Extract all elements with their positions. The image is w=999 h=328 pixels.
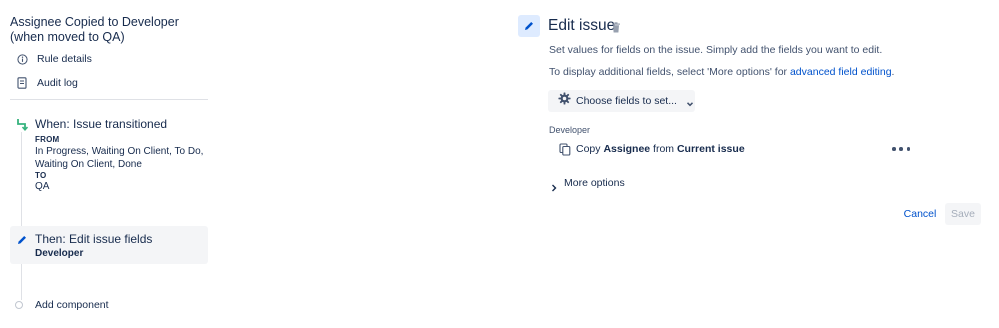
nav-audit-log-label: Audit log: [37, 77, 78, 89]
choose-fields-button[interactable]: Choose fields to set...: [548, 90, 695, 112]
editor-hint-suffix: .: [891, 66, 895, 78]
trash-icon[interactable]: [611, 20, 623, 33]
pencil-icon: [16, 233, 28, 245]
field-label-developer: Developer: [549, 125, 591, 135]
editor-description: Set values for fields on the issue. Simp…: [549, 44, 883, 56]
trigger-title: When: Issue transitioned: [35, 117, 168, 131]
field-mid: from: [653, 143, 675, 155]
advanced-field-editing-link[interactable]: advanced field editing: [790, 66, 892, 78]
pencil-icon: [525, 22, 533, 30]
editor-title: Edit issue: [548, 17, 616, 34]
editor-hint-text: To display additional fields, select 'Mo…: [549, 66, 790, 78]
gear-icon: [558, 92, 571, 110]
trigger-from-label: FROM: [35, 135, 60, 144]
cancel-button[interactable]: Cancel: [899, 203, 941, 225]
more-options-label: More options: [564, 177, 625, 189]
transition-icon: [16, 118, 29, 132]
field-value-row[interactable]: Copy Assignee from Current issue: [559, 141, 745, 157]
choose-fields-label: Choose fields to set...: [576, 95, 677, 107]
add-component-button[interactable]: Add component: [15, 298, 109, 312]
timeline-line: [21, 132, 22, 300]
save-button[interactable]: Save: [945, 203, 981, 225]
copy-icon: [559, 142, 571, 156]
field-verb: Copy: [576, 143, 601, 155]
more-icon[interactable]: [892, 144, 910, 154]
edit-issue-icon: [518, 15, 540, 37]
rule-sidebar: Assignee Copied to Developer (when moved…: [0, 0, 215, 328]
divider: [10, 99, 208, 100]
nav-rule-details-label: Rule details: [37, 53, 92, 65]
field-source: Current issue: [676, 143, 745, 155]
nav-audit-log[interactable]: Audit log: [16, 75, 78, 91]
rule-title: Assignee Copied to Developer (when moved…: [10, 15, 179, 44]
info-icon: [16, 53, 28, 65]
action-subtitle: Developer: [35, 248, 84, 259]
chevron-right-icon: [550, 179, 558, 192]
action-title: Then: Edit issue fields: [35, 232, 153, 246]
trigger-to-label: TO: [35, 171, 47, 180]
chevron-down-icon: [685, 96, 695, 107]
trigger-to-value: QA: [35, 181, 50, 192]
add-component-dot: [15, 301, 23, 309]
editor-hint: To display additional fields, select 'Mo…: [549, 66, 894, 78]
more-options-toggle[interactable]: More options: [550, 176, 625, 192]
document-icon: [16, 77, 28, 89]
add-component-label: Add component: [35, 299, 109, 311]
trigger-from-value: In Progress, Waiting On Client, To Do, W…: [35, 146, 204, 170]
action-component[interactable]: Then: Edit issue fields Developer: [10, 226, 208, 264]
field-source-field: Assignee: [603, 143, 651, 155]
nav-rule-details[interactable]: Rule details: [16, 51, 92, 67]
